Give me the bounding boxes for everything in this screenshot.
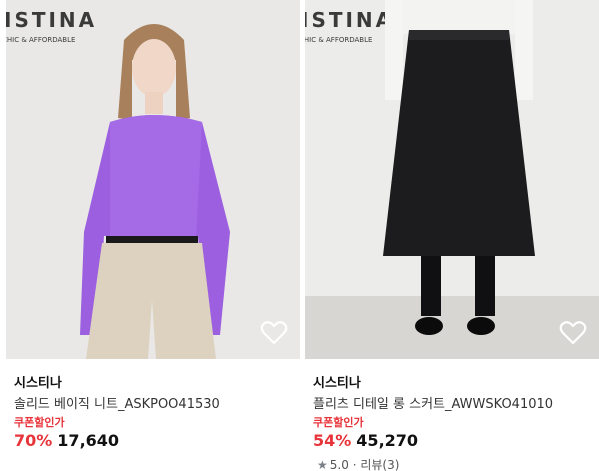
photo-tagline: CHIC & AFFORDABLE	[305, 36, 372, 44]
heart-outline-icon[interactable]	[260, 320, 288, 346]
product-card[interactable]: ISTINA CHIC & AFFORDABLE 시스티나 솔리드 베이직 니트…	[6, 0, 300, 471]
product-image[interactable]: ISTINA CHIC & AFFORDABLE	[6, 0, 300, 359]
price-row: 54% 45,270	[313, 431, 418, 450]
rating-review[interactable]: ★ 5.0 · 리뷰(3)	[317, 456, 399, 471]
photo-tagline: CHIC & AFFORDABLE	[6, 36, 75, 44]
star-icon: ★	[317, 458, 328, 471]
review-count[interactable]: 리뷰(3)	[360, 458, 399, 471]
product-card[interactable]: ISTINA CHIC & AFFORDABLE 시스티나 플리츠 디테일 롱 …	[305, 0, 599, 471]
card-divider	[300, 0, 305, 471]
coupon-label: 쿠폰할인가	[14, 416, 65, 429]
rating-score: 5.0	[329, 458, 349, 471]
heart-outline-icon[interactable]	[559, 320, 587, 346]
coupon-label: 쿠폰할인가	[313, 416, 364, 429]
product-name[interactable]: 플리츠 디테일 롱 스커트_AWWSKO41010	[313, 393, 553, 412]
price-row: 70% 17,640	[14, 431, 119, 450]
discount-rate: 70%	[14, 431, 53, 450]
photo-logo: ISTINA	[305, 8, 394, 32]
sale-price: 17,640	[57, 431, 120, 450]
brand-name[interactable]: 시스티나	[14, 372, 62, 391]
brand-name[interactable]: 시스티나	[313, 372, 361, 391]
product-name[interactable]: 솔리드 베이직 니트_ASKPOO41530	[14, 393, 220, 412]
rating-separator: ·	[352, 458, 357, 471]
photo-logo: ISTINA	[6, 8, 97, 32]
sale-price: 45,270	[356, 431, 419, 450]
discount-rate: 54%	[313, 431, 352, 450]
product-image[interactable]: ISTINA CHIC & AFFORDABLE	[305, 0, 599, 359]
